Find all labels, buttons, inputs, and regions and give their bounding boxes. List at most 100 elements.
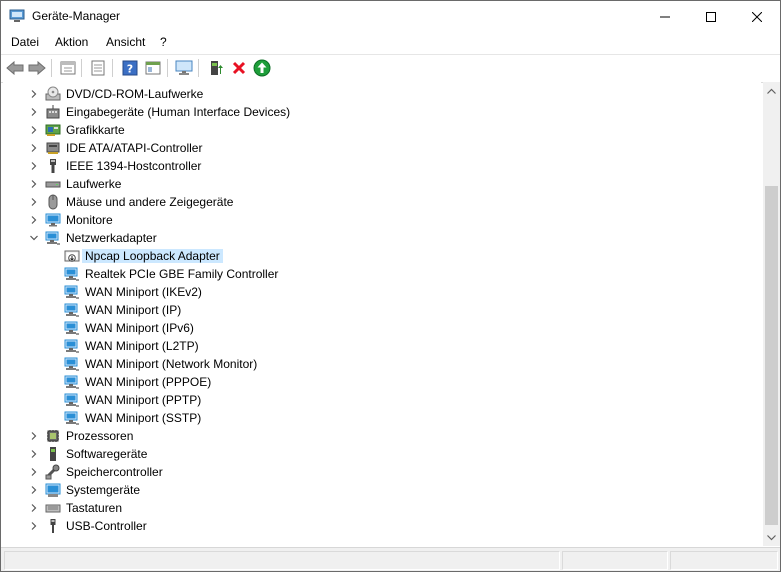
tree-item-label: WAN Miniport (IKEv2) bbox=[85, 285, 202, 299]
tree-item-label: WAN Miniport (PPPOE) bbox=[85, 375, 212, 389]
tree-device[interactable]: Npcap Loopback Adapter bbox=[3, 247, 761, 265]
view-icon bbox=[145, 61, 161, 75]
tree-item-label: WAN Miniport (Network Monitor) bbox=[85, 357, 258, 371]
scroll-thumb[interactable] bbox=[765, 186, 778, 525]
tree-device[interactable]: WAN Miniport (IPv6) bbox=[3, 319, 761, 337]
status-panel-tertiary bbox=[670, 551, 778, 570]
tree-item-label: Mäuse und andere Zeigegeräte bbox=[66, 195, 234, 209]
help-button[interactable]: ? bbox=[120, 58, 140, 78]
chevron-right-icon[interactable] bbox=[28, 196, 40, 208]
tree-category[interactable]: DVD/CD-ROM-Laufwerke bbox=[3, 85, 761, 103]
network-adapter-icon bbox=[64, 302, 80, 318]
tree-category[interactable]: Mäuse und andere Zeigegeräte bbox=[3, 193, 761, 211]
tree-category[interactable]: USB-Controller bbox=[3, 517, 761, 535]
menu-file[interactable]: Datei bbox=[11, 35, 39, 49]
tree-device[interactable]: WAN Miniport (SSTP) bbox=[3, 409, 761, 427]
chevron-right-icon[interactable] bbox=[28, 142, 40, 154]
close-icon bbox=[752, 11, 762, 22]
chevron-right-icon[interactable] bbox=[28, 484, 40, 496]
device-manager-app-icon bbox=[9, 9, 25, 22]
chevron-right-icon[interactable] bbox=[28, 502, 40, 514]
scroll-down-button[interactable] bbox=[763, 529, 780, 546]
tree-device[interactable]: WAN Miniport (PPTP) bbox=[3, 391, 761, 409]
status-panel-main bbox=[4, 551, 560, 570]
chevron-right-icon[interactable] bbox=[28, 448, 40, 460]
svg-text:?: ? bbox=[127, 63, 133, 76]
properties-button[interactable] bbox=[58, 58, 78, 78]
menu-view[interactable]: Ansicht bbox=[106, 35, 145, 49]
network-adapter-icon bbox=[64, 392, 80, 408]
tree-item-label: IDE ATA/ATAPI-Controller bbox=[66, 141, 203, 155]
tree-category[interactable]: Tastaturen bbox=[3, 499, 761, 517]
maximize-button[interactable] bbox=[688, 1, 734, 32]
tree-category[interactable]: IDE ATA/ATAPI-Controller bbox=[3, 139, 761, 157]
processor-icon bbox=[45, 428, 61, 444]
back-button[interactable] bbox=[5, 58, 25, 78]
close-button[interactable] bbox=[734, 1, 780, 32]
forward-button[interactable] bbox=[27, 58, 47, 78]
chevron-down-icon[interactable] bbox=[28, 232, 40, 244]
tree-category[interactable]: Netzwerkadapter bbox=[3, 229, 761, 247]
minimize-button[interactable] bbox=[642, 1, 688, 32]
disk-drive-icon bbox=[45, 176, 61, 192]
chevron-right-icon[interactable] bbox=[28, 160, 40, 172]
tree-item-label: Softwaregeräte bbox=[66, 447, 148, 461]
network-adapter-icon bbox=[64, 374, 80, 390]
toolbar: ? bbox=[1, 54, 780, 83]
device-tree[interactable]: DVD/CD-ROM-Laufwerke Eingabegeräte (Human… bbox=[3, 82, 761, 546]
tree-category[interactable]: IEEE 1394-Hostcontroller bbox=[3, 157, 761, 175]
ieee1394-icon bbox=[45, 158, 61, 174]
menu-action[interactable]: Aktion bbox=[55, 35, 88, 49]
window-title: Geräte-Manager bbox=[32, 9, 121, 23]
tree-item-label: WAN Miniport (SSTP) bbox=[85, 411, 202, 425]
chevron-right-icon[interactable] bbox=[28, 520, 40, 532]
display-adapter-icon bbox=[45, 122, 61, 138]
tree-device[interactable]: WAN Miniport (PPPOE) bbox=[3, 373, 761, 391]
dvd-drive-icon bbox=[45, 86, 61, 102]
tree-category[interactable]: Grafikkarte bbox=[3, 121, 761, 139]
keyboard-icon bbox=[45, 500, 61, 516]
network-adapter-icon bbox=[64, 320, 80, 336]
tree-category[interactable]: Speichercontroller bbox=[3, 463, 761, 481]
tree-device[interactable]: Realtek PCIe GBE Family Controller bbox=[3, 265, 761, 283]
monitor-icon bbox=[45, 212, 61, 228]
tree-device[interactable]: WAN Miniport (IP) bbox=[3, 301, 761, 319]
chevron-down-icon bbox=[767, 534, 776, 540]
chevron-right-icon[interactable] bbox=[28, 124, 40, 136]
tree-device[interactable]: WAN Miniport (Network Monitor) bbox=[3, 355, 761, 373]
scroll-up-button[interactable] bbox=[763, 82, 780, 99]
enable-device-button[interactable] bbox=[252, 58, 272, 78]
chevron-right-icon[interactable] bbox=[28, 430, 40, 442]
tree-category[interactable]: Prozessoren bbox=[3, 427, 761, 445]
tree-item-label: WAN Miniport (PPTP) bbox=[85, 393, 202, 407]
scan-hardware-button[interactable] bbox=[88, 58, 108, 78]
uninstall-button[interactable] bbox=[229, 58, 249, 78]
tree-category[interactable]: Systemgeräte bbox=[3, 481, 761, 499]
status-panel-secondary bbox=[562, 551, 668, 570]
menu-help[interactable]: ? bbox=[160, 35, 167, 49]
tree-category[interactable]: Monitore bbox=[3, 211, 761, 229]
tree-category[interactable]: Eingabegeräte (Human Interface Devices) bbox=[3, 103, 761, 121]
title-bar[interactable]: Geräte-Manager bbox=[1, 1, 780, 32]
tree-category[interactable]: Softwaregeräte bbox=[3, 445, 761, 463]
tree-item-label: USB-Controller bbox=[66, 519, 147, 533]
back-icon bbox=[6, 61, 24, 75]
view-button[interactable] bbox=[143, 58, 163, 78]
tree-device[interactable]: WAN Miniport (L2TP) bbox=[3, 337, 761, 355]
network-adapter-icon bbox=[45, 230, 61, 246]
help-icon: ? bbox=[122, 60, 138, 76]
forward-icon bbox=[28, 61, 46, 75]
uninstall-icon bbox=[232, 61, 246, 75]
monitor-button[interactable] bbox=[174, 58, 194, 78]
chevron-right-icon[interactable] bbox=[28, 214, 40, 226]
update-driver-button[interactable] bbox=[206, 58, 226, 78]
chevron-right-icon[interactable] bbox=[28, 88, 40, 100]
vertical-scrollbar[interactable] bbox=[763, 82, 780, 546]
tree-item-label: Realtek PCIe GBE Family Controller bbox=[85, 267, 279, 281]
chevron-right-icon[interactable] bbox=[28, 106, 40, 118]
tree-item-label: Speichercontroller bbox=[66, 465, 163, 479]
tree-device[interactable]: WAN Miniport (IKEv2) bbox=[3, 283, 761, 301]
chevron-right-icon[interactable] bbox=[28, 466, 40, 478]
chevron-right-icon[interactable] bbox=[28, 178, 40, 190]
tree-category[interactable]: Laufwerke bbox=[3, 175, 761, 193]
